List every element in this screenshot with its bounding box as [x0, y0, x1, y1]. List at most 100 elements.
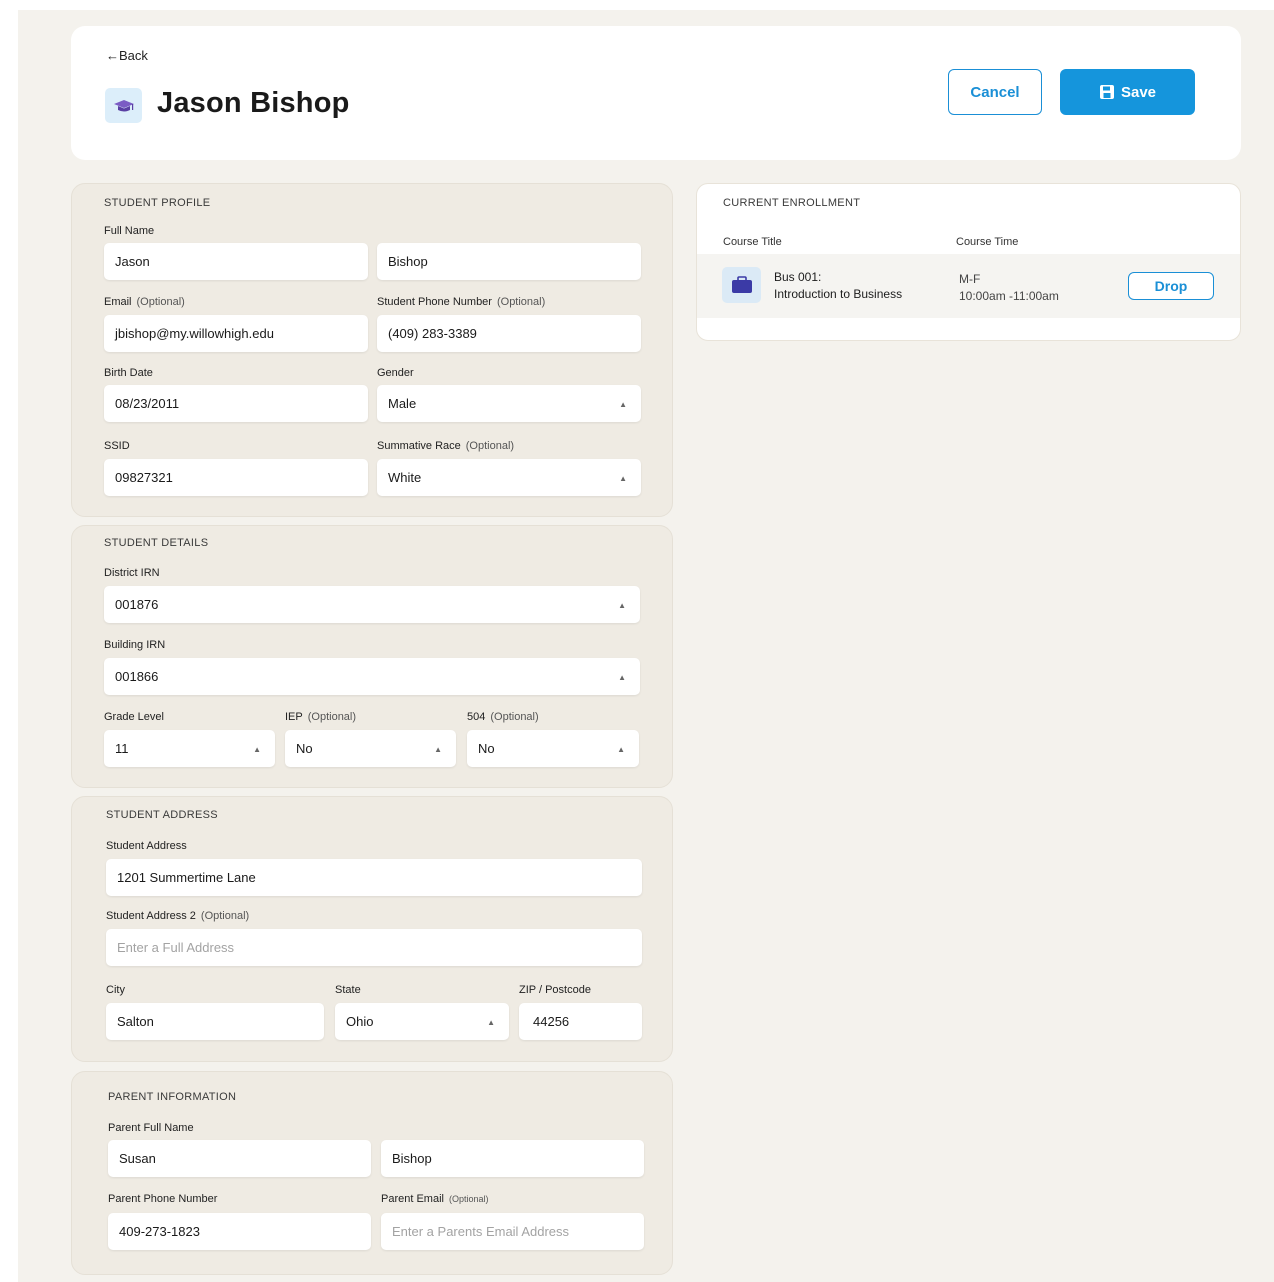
course-time: M-F 10:00am -11:00am [959, 271, 1059, 305]
parent-last-name-value: Bishop [392, 1151, 432, 1166]
course-days: M-F [959, 272, 981, 286]
grade-level-value: 11 [115, 741, 129, 756]
iep-label: IEP (Optional) [285, 711, 356, 723]
course-name: Introduction to Business [774, 287, 903, 301]
race-label-text: Summative Race [377, 440, 461, 452]
student-address-section: STUDENT ADDRESS Student Address 1201 Sum… [71, 796, 673, 1062]
building-irn-label: Building IRN [104, 639, 166, 651]
student-details-section: STUDENT DETAILS District IRN 001876 ▲ Bui… [71, 525, 673, 788]
course-hours: 10:00am -11:00am [959, 289, 1059, 303]
state-value: Ohio [346, 1014, 374, 1029]
save-button[interactable]: Save [1060, 69, 1195, 115]
iep-value: No [296, 741, 313, 756]
last-name-input[interactable]: Bishop [377, 243, 641, 280]
back-link[interactable]: ←Back [106, 48, 148, 63]
caret-icon: ▲ [619, 400, 627, 409]
section-title: STUDENT PROFILE [104, 197, 211, 209]
zip-label: ZIP / Postcode [519, 984, 591, 996]
enrollment-row: Bus 001: Introduction to Business M-F 10… [697, 254, 1240, 318]
phone-label: Student Phone Number (Optional) [377, 296, 545, 308]
race-select[interactable]: White ▲ [377, 459, 641, 496]
optional-tag: (Optional) [136, 296, 185, 308]
caret-icon: ▲ [619, 474, 627, 483]
race-label: Summative Race (Optional) [377, 440, 514, 452]
full-name-label: Full Name [104, 225, 155, 237]
birth-date-label: Birth Date [104, 367, 153, 379]
s504-value: No [478, 741, 495, 756]
section-title: PARENT INFORMATION [108, 1091, 237, 1103]
s504-select[interactable]: No ▲ [467, 730, 639, 767]
column-header-course-title: Course Title [723, 236, 782, 248]
email-input[interactable]: jbishop@my.willowhigh.edu [104, 315, 368, 352]
student-address-label: Student Address [106, 840, 187, 852]
district-irn-label: District IRN [104, 567, 160, 579]
parent-email-label-text: Parent Email [381, 1193, 444, 1205]
optional-tag: (Optional) [307, 711, 357, 723]
email-value: jbishop@my.willowhigh.edu [115, 326, 274, 341]
optional-tag: (Optional) [200, 910, 250, 922]
student-profile-section: STUDENT PROFILE Full Name Jason Bishop E… [71, 183, 673, 517]
optional-tag: (Optional) [448, 1194, 489, 1204]
parent-phone-input[interactable]: 409-273-1823 [108, 1213, 371, 1250]
ssid-label: SSID [104, 440, 130, 452]
parent-full-name-label: Parent Full Name [108, 1122, 194, 1134]
city-input[interactable]: Salton [106, 1003, 324, 1040]
parent-first-name-value: Susan [119, 1151, 156, 1166]
ssid-value: 09827321 [115, 470, 173, 485]
save-label: Save [1120, 83, 1157, 101]
course-title: Bus 001: Introduction to Business [774, 269, 902, 303]
student-address2-input[interactable]: Enter a Full Address [106, 929, 642, 966]
section-title: STUDENT DETAILS [104, 537, 209, 549]
building-irn-select[interactable]: 001866 ▲ [104, 658, 640, 695]
address2-placeholder: Enter a Full Address [117, 940, 235, 955]
briefcase-icon [722, 267, 761, 303]
student-address2-label: Student Address 2 (Optional) [106, 910, 249, 922]
cancel-button[interactable]: Cancel [948, 69, 1042, 115]
header-card: ←Back Jason Bishop Cancel Save [71, 26, 1241, 160]
parent-first-name-input[interactable]: Susan [108, 1140, 371, 1177]
gender-select[interactable]: Male ▲ [377, 385, 641, 422]
optional-tag: (Optional) [465, 440, 515, 452]
first-name-value: Jason [115, 254, 150, 269]
email-label: Email (Optional) [104, 296, 185, 308]
optional-tag: (Optional) [496, 296, 546, 308]
state-label: State [335, 984, 361, 996]
gender-value: Male [388, 396, 417, 411]
course-code: Bus 001: [774, 270, 822, 284]
caret-icon: ▲ [487, 1018, 495, 1027]
iep-label-text: IEP [285, 711, 303, 723]
drop-button[interactable]: Drop [1128, 272, 1214, 300]
phone-input[interactable]: (409) 283-3389 [377, 315, 641, 352]
section-title: STUDENT ADDRESS [106, 809, 218, 821]
grade-level-select[interactable]: 11 ▲ [104, 730, 275, 767]
zip-value: 44256 [533, 1014, 570, 1029]
city-label: City [106, 984, 125, 996]
race-value: White [388, 470, 422, 485]
caret-icon: ▲ [618, 601, 626, 610]
ssid-input[interactable]: 09827321 [104, 459, 368, 496]
s504-label: 504 (Optional) [467, 711, 539, 723]
student-address-input[interactable]: 1201 Summertime Lane [106, 859, 642, 896]
gender-label: Gender [377, 367, 414, 379]
caret-icon: ▲ [617, 745, 625, 754]
birth-date-input[interactable]: 08/23/2011 [104, 385, 368, 422]
district-irn-select[interactable]: 001876 ▲ [104, 586, 640, 623]
caret-icon: ▲ [618, 673, 626, 682]
first-name-input[interactable]: Jason [104, 243, 368, 280]
graduation-cap-icon [105, 88, 142, 123]
parent-last-name-input[interactable]: Bishop [381, 1140, 644, 1177]
phone-label-text: Student Phone Number [377, 296, 492, 308]
address2-label-text: Student Address 2 [106, 910, 196, 922]
student-address-value: 1201 Summertime Lane [117, 870, 256, 885]
page-canvas: ←Back Jason Bishop Cancel Save STUDENT P… [18, 10, 1274, 1282]
birth-date-value: 08/23/2011 [115, 396, 180, 411]
page-title: Jason Bishop [157, 87, 350, 119]
building-irn-value: 001866 [115, 669, 159, 684]
city-value: Salton [117, 1014, 154, 1029]
last-name-value: Bishop [388, 254, 428, 269]
iep-select[interactable]: No ▲ [285, 730, 456, 767]
parent-email-input[interactable]: Enter a Parents Email Address [381, 1213, 644, 1250]
state-select[interactable]: Ohio ▲ [335, 1003, 509, 1040]
zip-input[interactable]: 44256 [519, 1003, 642, 1040]
email-label-text: Email [104, 296, 132, 308]
